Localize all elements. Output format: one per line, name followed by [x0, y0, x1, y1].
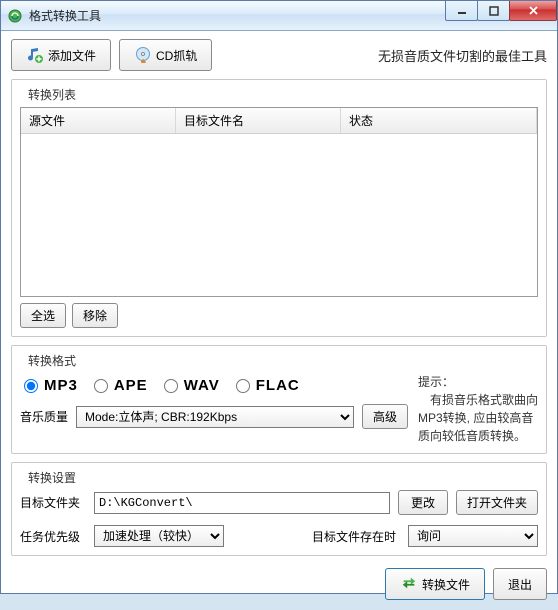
col-source[interactable]: 源文件: [21, 108, 176, 133]
cd-rip-label: CD抓轨: [156, 47, 197, 64]
dest-input[interactable]: [94, 492, 390, 514]
radio-ape[interactable]: APE: [94, 377, 148, 394]
toolbar: 添加文件 CD抓轨 无损音质文件切割的最佳工具: [11, 39, 547, 71]
app-icon: [7, 8, 23, 24]
priority-label: 任务优先级: [20, 528, 86, 545]
file-list[interactable]: 源文件 目标文件名 状态: [20, 107, 538, 297]
list-header: 源文件 目标文件名 状态: [21, 108, 537, 134]
quality-label: 音乐质量: [20, 408, 68, 425]
open-folder-button[interactable]: 打开文件夹: [456, 490, 538, 515]
format-section: 转换格式 MP3 APE WAV FLAC 音乐质量 Mode:立体声; CBR…: [11, 345, 547, 454]
format-radio-group: MP3 APE WAV FLAC: [20, 373, 408, 404]
music-add-icon: [26, 46, 44, 64]
convert-icon: [400, 575, 418, 593]
change-button[interactable]: 更改: [398, 490, 448, 515]
window-title: 格式转换工具: [29, 7, 101, 24]
quality-select[interactable]: Mode:立体声; CBR:192Kbps: [76, 406, 354, 428]
hint-title: 提示：: [418, 373, 538, 391]
close-button[interactable]: [509, 1, 557, 21]
cd-icon: [134, 46, 152, 64]
cd-rip-button[interactable]: CD抓轨: [119, 39, 212, 71]
dest-label: 目标文件夹: [20, 494, 86, 511]
exists-select[interactable]: 询问: [408, 525, 538, 547]
convert-button[interactable]: 转换文件: [385, 568, 485, 600]
titlebar[interactable]: 格式转换工具: [1, 1, 557, 31]
footer: 转换文件 退出: [11, 564, 547, 600]
dest-row: 目标文件夹 更改 打开文件夹: [20, 490, 538, 515]
settings-section: 转换设置 目标文件夹 更改 打开文件夹 任务优先级 加速处理（较快） 目标文件存…: [11, 462, 547, 556]
hint-box: 提示： 有损音乐格式歌曲向MP3转换, 应由较高音质向较低音质转换。: [418, 373, 538, 445]
add-file-label: 添加文件: [48, 47, 96, 64]
window-controls: [446, 1, 557, 21]
list-legend: 转换列表: [24, 86, 80, 103]
format-legend: 转换格式: [24, 352, 80, 369]
quality-row: 音乐质量 Mode:立体声; CBR:192Kbps 高级: [20, 404, 408, 429]
select-all-button[interactable]: 全选: [20, 303, 66, 328]
hint-text: 有损音乐格式歌曲向MP3转换, 应由较高音质向较低音质转换。: [418, 391, 538, 445]
advanced-button[interactable]: 高级: [362, 404, 408, 429]
priority-select[interactable]: 加速处理（较快）: [94, 525, 224, 547]
list-actions: 全选 移除: [20, 303, 538, 328]
slogan-text: 无损音质文件切割的最佳工具: [378, 46, 547, 65]
settings-legend: 转换设置: [24, 469, 80, 486]
radio-mp3[interactable]: MP3: [24, 377, 78, 394]
content-area: 添加文件 CD抓轨 无损音质文件切割的最佳工具 转换列表 源文件 目标文件名 状…: [1, 31, 557, 610]
col-target[interactable]: 目标文件名: [176, 108, 341, 133]
radio-wav[interactable]: WAV: [164, 377, 220, 394]
minimize-button[interactable]: [445, 1, 478, 21]
priority-row: 任务优先级 加速处理（较快） 目标文件存在时 询问: [20, 525, 538, 547]
conversion-list-section: 转换列表 源文件 目标文件名 状态 全选 移除: [11, 79, 547, 337]
maximize-button[interactable]: [477, 1, 510, 21]
col-status[interactable]: 状态: [341, 108, 537, 133]
list-body[interactable]: [21, 134, 537, 296]
exists-label: 目标文件存在时: [312, 528, 396, 545]
radio-flac[interactable]: FLAC: [236, 377, 300, 394]
remove-button[interactable]: 移除: [72, 303, 118, 328]
add-file-button[interactable]: 添加文件: [11, 39, 111, 71]
app-window: 格式转换工具 添加文件 CD抓轨 无损音质文件切割的最佳工具: [0, 0, 558, 594]
convert-label: 转换文件: [422, 576, 470, 593]
exit-button[interactable]: 退出: [493, 568, 547, 600]
